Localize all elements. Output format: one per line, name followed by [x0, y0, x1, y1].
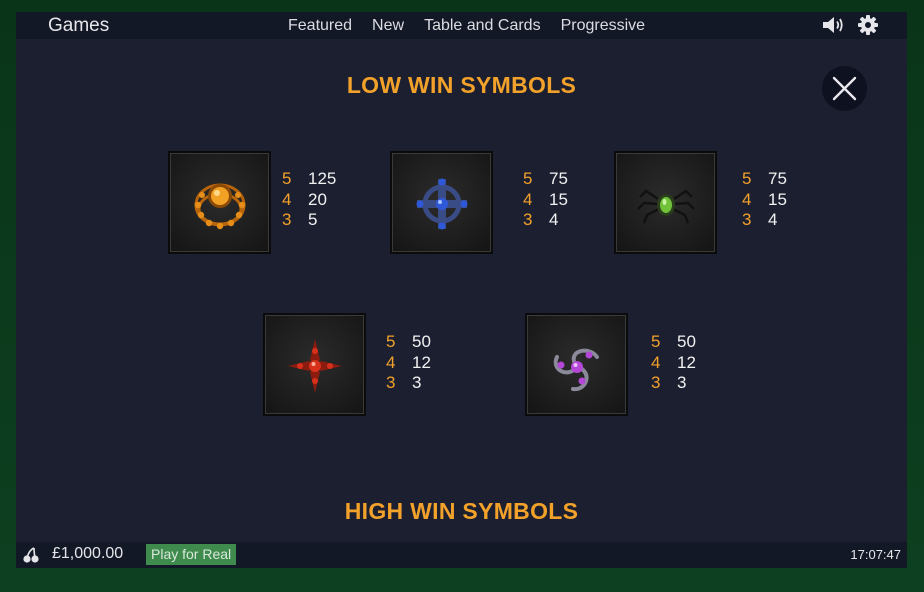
clock: 17:07:47: [850, 547, 901, 562]
count: 5: [742, 169, 752, 188]
close-button[interactable]: [822, 66, 867, 111]
paytable-entry-5: 5 50 4 12 33: [651, 332, 696, 394]
payout: 75: [768, 169, 787, 188]
count: 3: [282, 210, 292, 229]
count: 3: [386, 373, 396, 392]
nav-table-and-cards[interactable]: Table and Cards: [424, 17, 541, 35]
payout: 3: [677, 373, 687, 392]
payout: 125: [308, 169, 337, 188]
count: 3: [742, 210, 752, 229]
payout: 12: [677, 352, 696, 372]
speaker-icon[interactable]: [822, 14, 846, 36]
games-title[interactable]: Games: [48, 15, 109, 37]
nav-featured[interactable]: Featured: [288, 17, 352, 35]
count: 5: [523, 169, 533, 188]
count: 4: [742, 189, 752, 209]
payout: 50: [412, 332, 431, 351]
balance-amount: £1,000.00: [52, 545, 124, 562]
low-win-title: LOW WIN SYMBOLS: [346, 72, 577, 98]
count: 5: [386, 332, 396, 351]
gear-icon[interactable]: [857, 14, 881, 36]
count: 3: [651, 373, 661, 392]
paytable-entry-2: 5 75 4 15 34: [523, 169, 568, 231]
high-win-title: HIGH WIN SYMBOLS: [344, 498, 579, 524]
count: 4: [282, 189, 292, 209]
payout: 20: [308, 189, 327, 209]
nav-new[interactable]: New: [372, 17, 404, 35]
payout: 4: [768, 210, 778, 229]
count: 4: [523, 189, 533, 209]
count: 4: [651, 352, 661, 372]
red-star-symbol: [263, 313, 366, 416]
payout: 5: [308, 210, 318, 229]
green-spider-symbol: [614, 151, 717, 254]
payout: 75: [549, 169, 568, 188]
paytable-panel: LOW WIN SYMBOLS 5 125 4 20 3 5 5 75 4 15…: [16, 39, 907, 542]
count: 3: [523, 210, 533, 229]
payout: 12: [412, 352, 431, 372]
payout: 3: [412, 373, 422, 392]
purple-triskele-symbol: [525, 313, 628, 416]
count: 5: [282, 169, 292, 188]
top-bar: Games Featured New Table and Cards Progr…: [16, 12, 907, 39]
play-for-real-button[interactable]: Play for Real: [146, 544, 237, 565]
game-frame: Games Featured New Table and Cards Progr…: [0, 0, 924, 592]
payout: 15: [549, 189, 568, 209]
nav-progressive[interactable]: Progressive: [561, 17, 645, 35]
paytable-entry-3: 5 75 4 15 34: [742, 169, 787, 231]
nav-menu: Featured New Table and Cards Progressive: [288, 17, 645, 35]
count: 5: [651, 332, 661, 351]
bottom-bar: £1,000.00 Play for Real 17:07:47: [16, 542, 907, 568]
paytable-entry-1: 5 125 4 20 35: [282, 169, 336, 231]
payout: 4: [549, 210, 559, 229]
payout: 50: [677, 332, 696, 351]
paytable-entry-4: 5 50 4 12 33: [386, 332, 431, 394]
count: 4: [386, 352, 396, 372]
amber-brooch-symbol: [168, 151, 271, 254]
close-icon: [832, 76, 857, 101]
blue-cross-symbol: [390, 151, 493, 254]
payout: 15: [768, 189, 787, 209]
cherries-icon: [23, 547, 39, 563]
